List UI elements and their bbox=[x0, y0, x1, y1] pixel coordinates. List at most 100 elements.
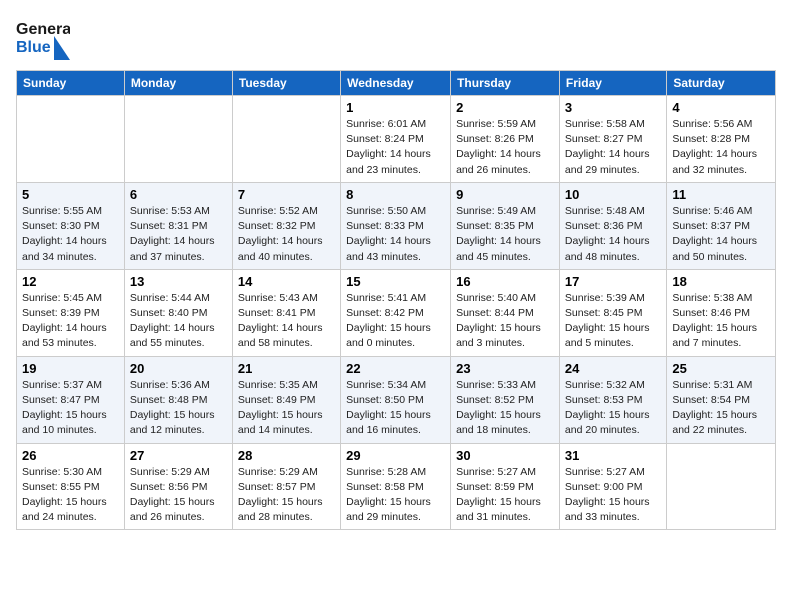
col-header-thursday: Thursday bbox=[451, 71, 560, 96]
calendar-cell: 22Sunrise: 5:34 AMSunset: 8:50 PMDayligh… bbox=[341, 356, 451, 443]
day-number: 29 bbox=[346, 448, 445, 463]
calendar-cell: 9 Sunrise: 5:49 AMSunset: 8:35 PMDaylight… bbox=[451, 182, 560, 269]
day-info: Sunrise: 5:36 AMSunset: 8:48 PMDaylight:… bbox=[130, 378, 227, 439]
calendar-week-row: 12Sunrise: 5:45 AMSunset: 8:39 PMDayligh… bbox=[17, 269, 776, 356]
calendar-table: SundayMondayTuesdayWednesdayThursdayFrid… bbox=[16, 70, 776, 530]
day-info: Sunrise: 5:29 AMSunset: 8:57 PMDaylight:… bbox=[238, 465, 335, 526]
calendar-cell: 27 Sunrise: 5:29 AMSunset: 8:56 PMDayligh… bbox=[124, 443, 232, 530]
day-number: 30 bbox=[456, 448, 554, 463]
day-info: Sunrise: 5:58 AMSunset: 8:27 PMDaylight:… bbox=[565, 117, 661, 178]
day-info: Sunrise: 5:48 AMSunset: 8:36 PMDaylight:… bbox=[565, 204, 661, 265]
day-number: 5 bbox=[22, 187, 119, 202]
day-number: 26 bbox=[22, 448, 119, 463]
col-header-sunday: Sunday bbox=[17, 71, 125, 96]
calendar-cell: 24 Sunrise: 5:32 AMSunset: 8:53 PMDayligh… bbox=[559, 356, 666, 443]
logo: General Blue bbox=[16, 16, 70, 60]
calendar-cell: 21Sunrise: 5:35 AMSunset: 8:49 PMDayligh… bbox=[232, 356, 340, 443]
calendar-week-row: 5 Sunrise: 5:55 AMSunset: 8:30 PMDaylight… bbox=[17, 182, 776, 269]
day-info: Sunrise: 5:32 AMSunset: 8:53 PMDaylight:… bbox=[565, 378, 661, 439]
calendar-cell: 30 Sunrise: 5:27 AMSunset: 8:59 PMDayligh… bbox=[451, 443, 560, 530]
calendar-cell: 16Sunrise: 5:40 AMSunset: 8:44 PMDayligh… bbox=[451, 269, 560, 356]
col-header-friday: Friday bbox=[559, 71, 666, 96]
day-number: 24 bbox=[565, 361, 661, 376]
day-number: 27 bbox=[130, 448, 227, 463]
day-info: Sunrise: 6:01 AMSunset: 8:24 PMDaylight:… bbox=[346, 117, 445, 178]
calendar-cell: 14 Sunrise: 5:43 AMSunset: 8:41 PMDayligh… bbox=[232, 269, 340, 356]
calendar-cell: 2Sunrise: 5:59 AMSunset: 8:26 PMDaylight… bbox=[451, 96, 560, 183]
calendar-cell: 4 Sunrise: 5:56 AMSunset: 8:28 PMDaylight… bbox=[667, 96, 776, 183]
day-number: 19 bbox=[22, 361, 119, 376]
calendar-cell bbox=[124, 96, 232, 183]
col-header-wednesday: Wednesday bbox=[341, 71, 451, 96]
day-info: Sunrise: 5:39 AMSunset: 8:45 PMDaylight:… bbox=[565, 291, 661, 352]
col-header-saturday: Saturday bbox=[667, 71, 776, 96]
day-number: 28 bbox=[238, 448, 335, 463]
day-info: Sunrise: 5:28 AMSunset: 8:58 PMDaylight:… bbox=[346, 465, 445, 526]
day-info: Sunrise: 5:29 AMSunset: 8:56 PMDaylight:… bbox=[130, 465, 227, 526]
day-info: Sunrise: 5:27 AMSunset: 9:00 PMDaylight:… bbox=[565, 465, 661, 526]
calendar-cell: 28 Sunrise: 5:29 AMSunset: 8:57 PMDayligh… bbox=[232, 443, 340, 530]
calendar-cell: 23Sunrise: 5:33 AMSunset: 8:52 PMDayligh… bbox=[451, 356, 560, 443]
calendar-cell: 10 Sunrise: 5:48 AMSunset: 8:36 PMDayligh… bbox=[559, 182, 666, 269]
day-number: 31 bbox=[565, 448, 661, 463]
day-number: 7 bbox=[238, 187, 335, 202]
calendar-week-row: 26 Sunrise: 5:30 AMSunset: 8:55 PMDayligh… bbox=[17, 443, 776, 530]
day-number: 1 bbox=[346, 100, 445, 115]
day-number: 6 bbox=[130, 187, 227, 202]
day-number: 11 bbox=[672, 187, 770, 202]
svg-text:Blue: Blue bbox=[16, 39, 51, 56]
calendar-cell: 13 Sunrise: 5:44 AMSunset: 8:40 PMDayligh… bbox=[124, 269, 232, 356]
calendar-cell: 1 Sunrise: 6:01 AMSunset: 8:24 PMDaylight… bbox=[341, 96, 451, 183]
calendar-cell: 20 Sunrise: 5:36 AMSunset: 8:48 PMDayligh… bbox=[124, 356, 232, 443]
day-info: Sunrise: 5:56 AMSunset: 8:28 PMDaylight:… bbox=[672, 117, 770, 178]
calendar-cell bbox=[17, 96, 125, 183]
day-number: 3 bbox=[565, 100, 661, 115]
day-info: Sunrise: 5:50 AMSunset: 8:33 PMDaylight:… bbox=[346, 204, 445, 265]
calendar-cell: 18 Sunrise: 5:38 AMSunset: 8:46 PMDayligh… bbox=[667, 269, 776, 356]
calendar-cell: 29 Sunrise: 5:28 AMSunset: 8:58 PMDayligh… bbox=[341, 443, 451, 530]
calendar-cell: 26 Sunrise: 5:30 AMSunset: 8:55 PMDayligh… bbox=[17, 443, 125, 530]
day-number: 25 bbox=[672, 361, 770, 376]
calendar-header-row: SundayMondayTuesdayWednesdayThursdayFrid… bbox=[17, 71, 776, 96]
day-number: 15 bbox=[346, 274, 445, 289]
calendar-cell bbox=[232, 96, 340, 183]
day-info: Sunrise: 5:38 AMSunset: 8:46 PMDaylight:… bbox=[672, 291, 770, 352]
calendar-cell: 5 Sunrise: 5:55 AMSunset: 8:30 PMDaylight… bbox=[17, 182, 125, 269]
day-info: Sunrise: 5:52 AMSunset: 8:32 PMDaylight:… bbox=[238, 204, 335, 265]
svg-text:General: General bbox=[16, 21, 70, 38]
day-info: Sunrise: 5:53 AMSunset: 8:31 PMDaylight:… bbox=[130, 204, 227, 265]
day-info: Sunrise: 5:27 AMSunset: 8:59 PMDaylight:… bbox=[456, 465, 554, 526]
col-header-monday: Monday bbox=[124, 71, 232, 96]
calendar-cell: 8Sunrise: 5:50 AMSunset: 8:33 PMDaylight… bbox=[341, 182, 451, 269]
calendar-cell bbox=[667, 443, 776, 530]
calendar-cell: 17 Sunrise: 5:39 AMSunset: 8:45 PMDayligh… bbox=[559, 269, 666, 356]
page-header: General Blue bbox=[16, 16, 776, 60]
calendar-cell: 11 Sunrise: 5:46 AMSunset: 8:37 PMDayligh… bbox=[667, 182, 776, 269]
day-info: Sunrise: 5:41 AMSunset: 8:42 PMDaylight:… bbox=[346, 291, 445, 352]
day-info: Sunrise: 5:37 AMSunset: 8:47 PMDaylight:… bbox=[22, 378, 119, 439]
day-number: 14 bbox=[238, 274, 335, 289]
day-info: Sunrise: 5:49 AMSunset: 8:35 PMDaylight:… bbox=[456, 204, 554, 265]
day-info: Sunrise: 5:30 AMSunset: 8:55 PMDaylight:… bbox=[22, 465, 119, 526]
day-number: 10 bbox=[565, 187, 661, 202]
day-info: Sunrise: 5:35 AMSunset: 8:49 PMDaylight:… bbox=[238, 378, 335, 439]
day-number: 4 bbox=[672, 100, 770, 115]
day-number: 18 bbox=[672, 274, 770, 289]
day-number: 13 bbox=[130, 274, 227, 289]
day-number: 20 bbox=[130, 361, 227, 376]
calendar-cell: 3 Sunrise: 5:58 AMSunset: 8:27 PMDaylight… bbox=[559, 96, 666, 183]
calendar-cell: 12Sunrise: 5:45 AMSunset: 8:39 PMDayligh… bbox=[17, 269, 125, 356]
day-number: 17 bbox=[565, 274, 661, 289]
day-info: Sunrise: 5:45 AMSunset: 8:39 PMDaylight:… bbox=[22, 291, 119, 352]
day-info: Sunrise: 5:31 AMSunset: 8:54 PMDaylight:… bbox=[672, 378, 770, 439]
calendar-cell: 31 Sunrise: 5:27 AMSunset: 9:00 PMDayligh… bbox=[559, 443, 666, 530]
day-info: Sunrise: 5:55 AMSunset: 8:30 PMDaylight:… bbox=[22, 204, 119, 265]
day-info: Sunrise: 5:46 AMSunset: 8:37 PMDaylight:… bbox=[672, 204, 770, 265]
day-number: 23 bbox=[456, 361, 554, 376]
day-number: 9 bbox=[456, 187, 554, 202]
day-info: Sunrise: 5:43 AMSunset: 8:41 PMDaylight:… bbox=[238, 291, 335, 352]
calendar-week-row: 19 Sunrise: 5:37 AMSunset: 8:47 PMDayligh… bbox=[17, 356, 776, 443]
day-info: Sunrise: 5:59 AMSunset: 8:26 PMDaylight:… bbox=[456, 117, 554, 178]
calendar-week-row: 1 Sunrise: 6:01 AMSunset: 8:24 PMDaylight… bbox=[17, 96, 776, 183]
day-info: Sunrise: 5:44 AMSunset: 8:40 PMDaylight:… bbox=[130, 291, 227, 352]
